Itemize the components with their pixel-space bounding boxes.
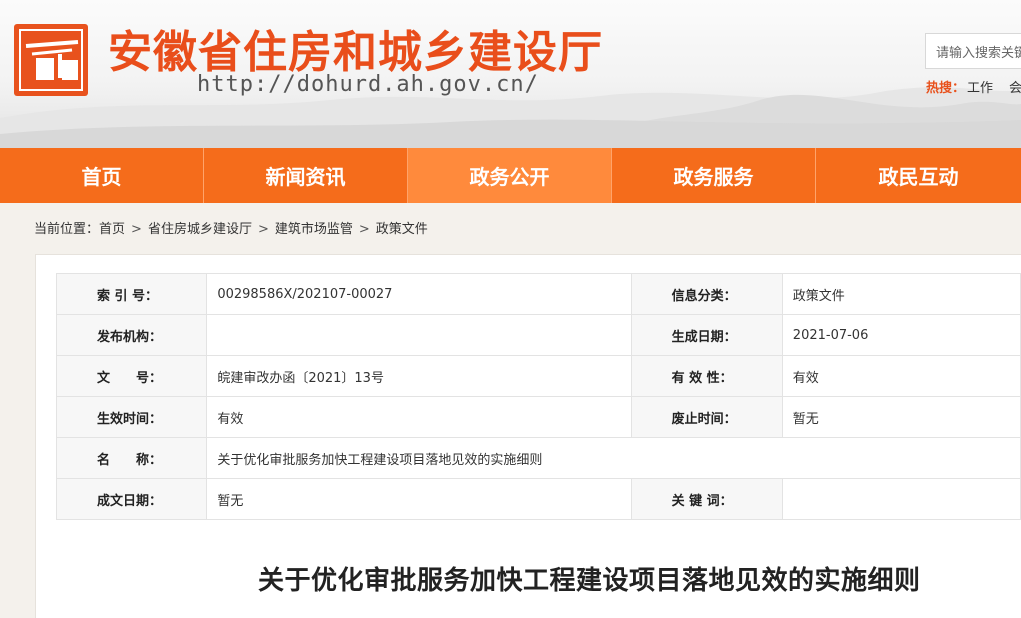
hot-search-item[interactable]: 工作 [967, 81, 993, 96]
table-row: 生效时间： 有效 废止时间： 暂无 [55, 396, 1021, 438]
site-title: 安徽省住房和城乡建设厅 [108, 27, 603, 78]
breadcrumb-item-department[interactable]: 省住房城乡建设厅 [148, 222, 252, 237]
nav-item-home[interactable]: 首页 [0, 148, 204, 203]
document-number-label: 文 号： [55, 355, 208, 397]
effective-date-label: 生效时间： [55, 396, 208, 438]
breadcrumb-item-market[interactable]: 建筑市场监管 [275, 222, 353, 237]
written-date-value: 暂无 [206, 478, 632, 520]
validity-value: 有效 [781, 355, 1021, 397]
site-logo[interactable] [14, 24, 88, 96]
index-number-label: 索 引 号： [55, 273, 208, 315]
written-date-label: 成文日期： [55, 478, 208, 520]
created-date-value: 2021-07-06 [781, 314, 1021, 356]
search-input[interactable]: 请输入搜索关键字 [925, 33, 1021, 69]
table-row: 成文日期： 暂无 关 键 词： [55, 478, 1021, 520]
expiry-date-value: 暂无 [781, 396, 1021, 438]
publisher-label: 发布机构： [55, 314, 208, 356]
created-date-label: 生成日期： [630, 314, 783, 356]
info-category-label: 信息分类： [630, 273, 783, 315]
index-number-value: 00298586X/202107-00027 [206, 273, 632, 315]
info-category-value: 政策文件 [781, 273, 1021, 315]
hot-search-label: 热搜： [926, 81, 966, 96]
table-row: 发布机构： 生成日期： 2021-07-06 [55, 314, 1021, 356]
document-name-value: 关于优化审批服务加快工程建设项目落地见效的实施细则 [206, 437, 1021, 479]
keywords-label: 关 键 词： [630, 478, 783, 520]
nav-item-gov-services[interactable]: 政务服务 [612, 148, 816, 203]
breadcrumb-separator: > [131, 222, 142, 237]
document-name-label: 名 称： [55, 437, 208, 479]
nav-item-interaction[interactable]: 政民互动 [816, 148, 1021, 203]
hot-search: 热搜： 工作 会 [926, 77, 1021, 96]
table-row: 名 称： 关于优化审批服务加快工程建设项目落地见效的实施细则 [55, 437, 1021, 479]
nav-item-news[interactable]: 新闻资讯 [204, 148, 408, 203]
site-header: 安徽省住房和城乡建设厅 http://dohurd.ah.gov.cn/ 请输入… [0, 0, 1021, 148]
hot-search-item[interactable]: 会 [1009, 81, 1021, 96]
publisher-value [206, 314, 632, 356]
document-info-table: 索 引 号： 00298586X/202107-00027 信息分类： 政策文件… [55, 273, 1021, 520]
effective-date-value: 有效 [206, 396, 632, 438]
logo-seal-icon [19, 29, 83, 91]
table-row: 文 号： 皖建审改办函〔2021〕13号 有 效 性： 有效 [55, 355, 1021, 397]
document-title: 关于优化审批服务加快工程建设项目落地见效的实施细则 [258, 566, 921, 596]
table-row: 索 引 号： 00298586X/202107-00027 信息分类： 政策文件 [55, 273, 1021, 315]
breadcrumb-separator: > [358, 222, 370, 237]
breadcrumb-item-home[interactable]: 首页 [99, 222, 125, 237]
main-nav: 首页 新闻资讯 政务公开 政务服务 政民互动 [0, 148, 1021, 203]
breadcrumb-prefix: 当前位置： [34, 222, 100, 237]
keywords-value [781, 478, 1021, 520]
expiry-date-label: 废止时间： [630, 396, 783, 438]
document-number-value: 皖建审改办函〔2021〕13号 [206, 355, 632, 397]
nav-item-gov-affairs[interactable]: 政务公开 [408, 148, 612, 203]
breadcrumb-separator: > [257, 222, 269, 237]
breadcrumb: 当前位置：首页 > 省住房城乡建设厅 > 建筑市场监管 > 政策文件 [34, 218, 428, 237]
site-url: http://dohurd.ah.gov.cn/ [197, 72, 539, 97]
breadcrumb-item-policy[interactable]: 政策文件 [376, 222, 428, 237]
validity-label: 有 效 性： [630, 355, 783, 397]
